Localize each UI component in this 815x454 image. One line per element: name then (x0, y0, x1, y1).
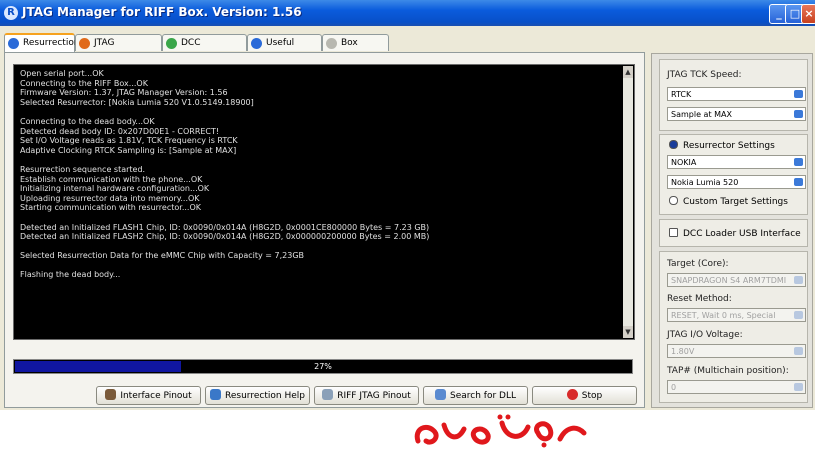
tap-select[interactable]: 0 (667, 380, 806, 394)
progress-label: 27% (314, 362, 332, 371)
tab-label: Resurrection (23, 38, 80, 48)
chevron-down-icon (794, 347, 803, 355)
target-group: Target (Core): SNAPDRAGON S4 ARM7TDMI Re… (659, 251, 808, 403)
button-label: Stop (581, 391, 603, 401)
stop-button[interactable]: Stop (532, 386, 637, 405)
info-icon (251, 38, 262, 49)
log-scrollbar[interactable]: ▲ ▼ (623, 66, 633, 338)
target-core-label: Target (Core): (667, 259, 729, 269)
resurrector-group: Resurrector Settings NOKIA Nokia Lumia 5… (659, 134, 808, 215)
tab-dcc-read-write[interactable]: DCC Read/Write (162, 34, 247, 65)
io-voltage-label: JTAG I/O Voltage: (667, 330, 743, 340)
progress-bar: 27% (13, 359, 633, 374)
io-voltage-select[interactable]: 1.80V (667, 344, 806, 358)
dcc-loader-checkbox[interactable]: DCC Loader USB Interface (669, 228, 801, 239)
select-value: NOKIA (671, 158, 697, 167)
tck-speed-group: JTAG TCK Speed: RTCK Sample at MAX (659, 59, 808, 131)
riff-jtag-pinout-button[interactable]: RIFF JTAG Pinout (314, 386, 419, 405)
close-button[interactable]: × (801, 4, 815, 24)
chevron-down-icon (794, 110, 803, 118)
select-value: RESET, Wait 0 ms, Special (671, 311, 776, 320)
dcc-icon (166, 38, 177, 49)
model-select[interactable]: Nokia Lumia 520 (667, 175, 806, 189)
checkbox-label: DCC Loader USB Interface (683, 229, 801, 239)
action-buttons: Interface Pinout Resurrection Help RIFF … (13, 384, 637, 406)
select-value: Sample at MAX (671, 110, 732, 119)
title-bar[interactable]: R JTAG Manager for RIFF Box. Version: 1.… (0, 0, 815, 26)
log-console[interactable]: Open serial port...OK Connecting to the … (13, 64, 635, 340)
resurrection-help-button[interactable]: Resurrection Help (205, 386, 310, 405)
radio-dot (669, 196, 678, 205)
radio-label: Custom Target Settings (683, 197, 788, 207)
checkbox-box (669, 228, 678, 237)
sampling-select[interactable]: Sample at MAX (667, 107, 806, 121)
button-label: RIFF JTAG Pinout (337, 391, 411, 401)
chevron-down-icon (794, 158, 803, 166)
custom-target-radio[interactable]: Custom Target Settings (669, 196, 788, 207)
chevron-down-icon (794, 383, 803, 391)
dcc-loader-group: DCC Loader USB Interface (659, 219, 808, 247)
app-window: R JTAG Manager for RIFF Box. Version: 1.… (0, 0, 815, 410)
reset-method-select[interactable]: RESET, Wait 0 ms, Special (667, 308, 806, 322)
chip-icon (79, 38, 90, 49)
stop-icon (566, 389, 578, 400)
select-value: Nokia Lumia 520 (671, 178, 739, 187)
tck-speed-select[interactable]: RTCK (667, 87, 806, 101)
select-value: RTCK (671, 90, 692, 99)
interface-pinout-button[interactable]: Interface Pinout (96, 386, 201, 405)
chevron-down-icon (794, 311, 803, 319)
window-title: JTAG Manager for RIFF Box. Version: 1.56 (22, 5, 302, 19)
reset-method-label: Reset Method: (667, 294, 732, 304)
tab-jtag-read-write[interactable]: JTAG Read/Write (75, 34, 162, 65)
jtag-icon (322, 389, 334, 400)
chevron-down-icon (794, 178, 803, 186)
tab-useful-plugins[interactable]: Useful Plugins (247, 34, 322, 65)
log-text: Open serial port...OK Connecting to the … (20, 69, 430, 280)
help-icon (210, 389, 222, 400)
select-value: 0 (671, 383, 677, 392)
search-dll-button[interactable]: Search for DLL (423, 386, 528, 405)
info-icon (8, 38, 19, 49)
radio-label: Resurrector Settings (683, 141, 775, 151)
settings-panel: JTAG TCK Speed: RTCK Sample at MAX Resur… (651, 53, 813, 408)
tap-label: TAP# (Multichain position): (667, 366, 789, 376)
chevron-down-icon (794, 276, 803, 284)
scroll-up-icon[interactable]: ▲ (623, 66, 633, 78)
resurrector-settings-radio[interactable]: Resurrector Settings (669, 140, 775, 151)
red-signature-watermark (414, 414, 587, 448)
tck-speed-label: JTAG TCK Speed: (667, 70, 742, 80)
tab-box-service[interactable]: Box Service (322, 34, 389, 65)
tab-resurrection[interactable]: Resurrection (4, 33, 80, 52)
scroll-down-icon[interactable]: ▼ (623, 326, 633, 338)
riff-app-icon: R (4, 6, 18, 20)
button-label: Search for DLL (450, 391, 516, 401)
button-label: Resurrection Help (225, 391, 305, 401)
select-value: 1.80V (671, 347, 695, 356)
select-value: SNAPDRAGON S4 ARM7TDMI (671, 276, 787, 285)
button-label: Interface Pinout (120, 391, 192, 401)
pinout-icon (105, 389, 117, 400)
chevron-down-icon (794, 90, 803, 98)
radio-dot (669, 140, 678, 149)
service-icon (326, 38, 337, 49)
target-core-select[interactable]: SNAPDRAGON S4 ARM7TDMI (667, 273, 806, 287)
brand-select[interactable]: NOKIA (667, 155, 806, 169)
search-icon (435, 389, 446, 400)
